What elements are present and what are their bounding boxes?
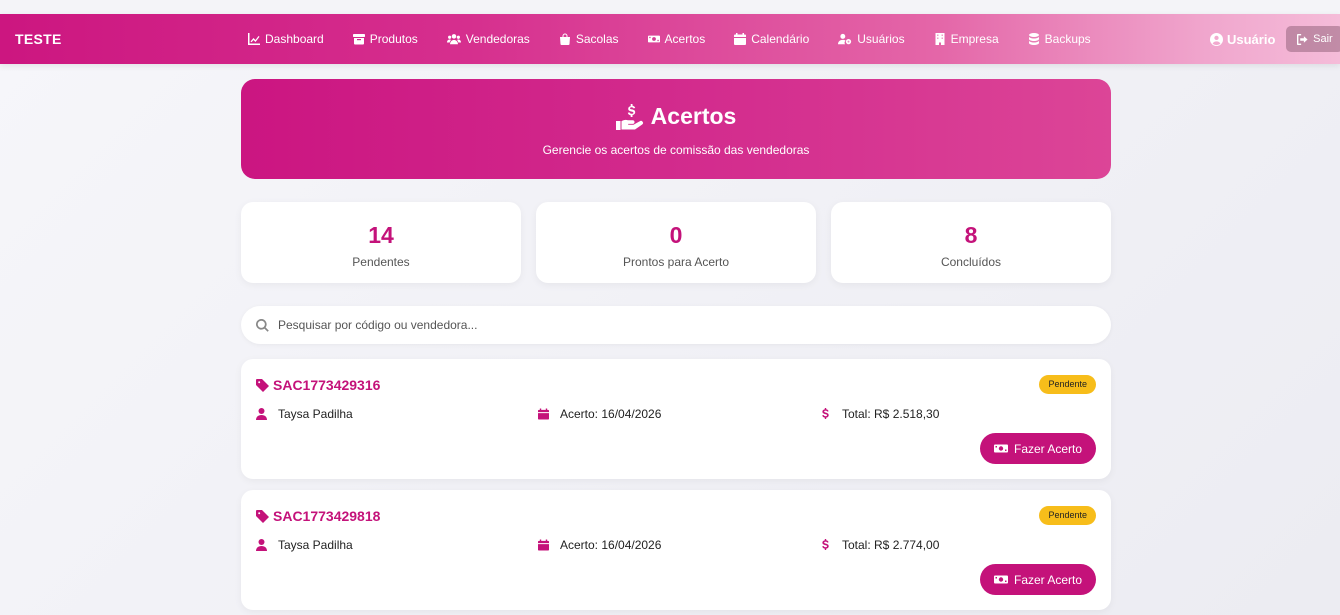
- stat-label: Concluídos: [940, 255, 1002, 269]
- main-nav: Dashboard Produtos Vendedoras Sacolas Ac…: [248, 14, 1120, 64]
- nav-calendario-label: Calendário: [751, 32, 810, 46]
- stat-label: Prontos para Acerto: [622, 255, 730, 269]
- user-circle-icon: [1210, 32, 1223, 46]
- user-icon: [256, 408, 267, 420]
- nav-empresa[interactable]: Empresa: [934, 32, 999, 46]
- calendar-icon: [538, 539, 549, 551]
- logout-label: Sair: [1313, 33, 1333, 45]
- acerto-code: SAC1773429316: [273, 377, 381, 393]
- database-icon: [1028, 33, 1039, 45]
- hand-holding-dollar-icon: [615, 103, 643, 130]
- status-badge: Pendente: [1039, 375, 1096, 394]
- nav-vendedoras-label: Vendedoras: [465, 32, 530, 46]
- stat-label: Pendentes: [352, 255, 410, 269]
- tag-icon: [256, 509, 269, 523]
- search-input[interactable]: [278, 318, 1068, 332]
- seller-name: Taysa Padilha: [278, 407, 353, 421]
- stat-card-concluidos: 8 Concluídos: [831, 202, 1111, 283]
- page-header: Acertos Gerencie os acertos de comissão …: [241, 79, 1111, 179]
- page-title: Acertos: [241, 103, 1111, 130]
- nav-sacolas-label: Sacolas: [575, 32, 619, 46]
- acerto-code-link[interactable]: SAC1773429316: [256, 377, 380, 393]
- nav-empresa-label: Empresa: [950, 32, 999, 46]
- dollar-icon: [822, 408, 829, 419]
- date-info: Acerto: 16/04/2026: [538, 538, 661, 552]
- nav-calendario[interactable]: Calendário: [734, 32, 809, 46]
- nav-produtos-label: Produtos: [369, 32, 418, 46]
- users-icon: [446, 34, 461, 45]
- nav-dashboard-label: Dashboard: [265, 32, 324, 46]
- dollar-icon: [822, 539, 829, 550]
- calendar-icon: [734, 33, 747, 45]
- acerto-card: SAC1773429818 Pendente Taysa Padilha Ace…: [241, 490, 1111, 610]
- nav-acertos-label: Acertos: [664, 32, 706, 46]
- seller-name: Taysa Padilha: [278, 538, 353, 552]
- page-title-text: Acertos: [650, 103, 737, 129]
- stat-value: 0: [669, 222, 683, 248]
- bag-icon: [559, 33, 570, 45]
- nav-usuarios[interactable]: Usuários: [838, 32, 905, 46]
- page-subtitle: Gerencie os acertos de comissão das vend…: [542, 143, 810, 157]
- user-label: Usuário: [1227, 31, 1276, 47]
- search-icon: [256, 318, 269, 332]
- nav-sacolas[interactable]: Sacolas: [559, 32, 619, 46]
- user-menu[interactable]: Usuário: [1210, 32, 1275, 47]
- nav-produtos[interactable]: Produtos: [352, 32, 418, 46]
- fazer-acerto-button[interactable]: Fazer Acerto: [980, 564, 1096, 595]
- chart-icon: [248, 33, 260, 45]
- stat-value: 8: [964, 222, 978, 248]
- navbar: TESTE Dashboard Produtos Vendedoras Saco…: [0, 14, 1340, 64]
- acerto-card: SAC1773429316 Pendente Taysa Padilha Ace…: [241, 359, 1111, 479]
- total-info: Total: R$ 2.518,30: [820, 407, 939, 421]
- nav-backups-label: Backups: [1044, 32, 1091, 46]
- total-info: Total: R$ 2.774,00: [820, 538, 939, 552]
- acerto-total: Total: R$ 2.774,00: [842, 538, 940, 552]
- building-icon: [935, 33, 945, 45]
- nav-usuarios-label: Usuários: [857, 32, 905, 46]
- nav-vendedoras[interactable]: Vendedoras: [446, 32, 530, 46]
- seller-info: Taysa Padilha: [256, 538, 353, 552]
- user-area: Usuário Sair: [1210, 14, 1340, 64]
- search-bar: [241, 306, 1111, 344]
- nav-backups[interactable]: Backups: [1028, 32, 1091, 46]
- stat-value: 14: [368, 222, 394, 248]
- sign-out-icon: [1297, 33, 1308, 45]
- fazer-acerto-label: Fazer Acerto: [1013, 572, 1083, 587]
- brand-logo[interactable]: TESTE: [15, 14, 62, 64]
- money-icon: [647, 35, 660, 43]
- window-top-strip: [0, 0, 1340, 14]
- seller-info: Taysa Padilha: [256, 407, 353, 421]
- acerto-code-link[interactable]: SAC1773429818: [256, 508, 380, 524]
- stat-card-prontos: 0 Prontos para Acerto: [536, 202, 816, 283]
- fazer-acerto-button[interactable]: Fazer Acerto: [980, 433, 1096, 464]
- calendar-icon: [538, 408, 549, 420]
- acerto-code: SAC1773429818: [273, 508, 381, 524]
- stat-card-pendentes: 14 Pendentes: [241, 202, 521, 283]
- acerto-date: Acerto: 16/04/2026: [560, 538, 662, 552]
- acerto-date: Acerto: 16/04/2026: [560, 407, 662, 421]
- user-gear-icon: [838, 33, 852, 45]
- status-badge: Pendente: [1039, 506, 1096, 525]
- user-icon: [256, 539, 267, 551]
- fazer-acerto-label: Fazer Acerto: [1013, 441, 1083, 456]
- tag-icon: [256, 378, 269, 392]
- money-icon: [993, 575, 1008, 584]
- logout-button[interactable]: Sair: [1286, 26, 1340, 52]
- box-icon: [352, 34, 365, 45]
- nav-dashboard[interactable]: Dashboard: [248, 32, 324, 46]
- date-info: Acerto: 16/04/2026: [538, 407, 661, 421]
- money-icon: [993, 444, 1008, 453]
- nav-acertos[interactable]: Acertos: [647, 32, 706, 46]
- acerto-total: Total: R$ 2.518,30: [842, 407, 940, 421]
